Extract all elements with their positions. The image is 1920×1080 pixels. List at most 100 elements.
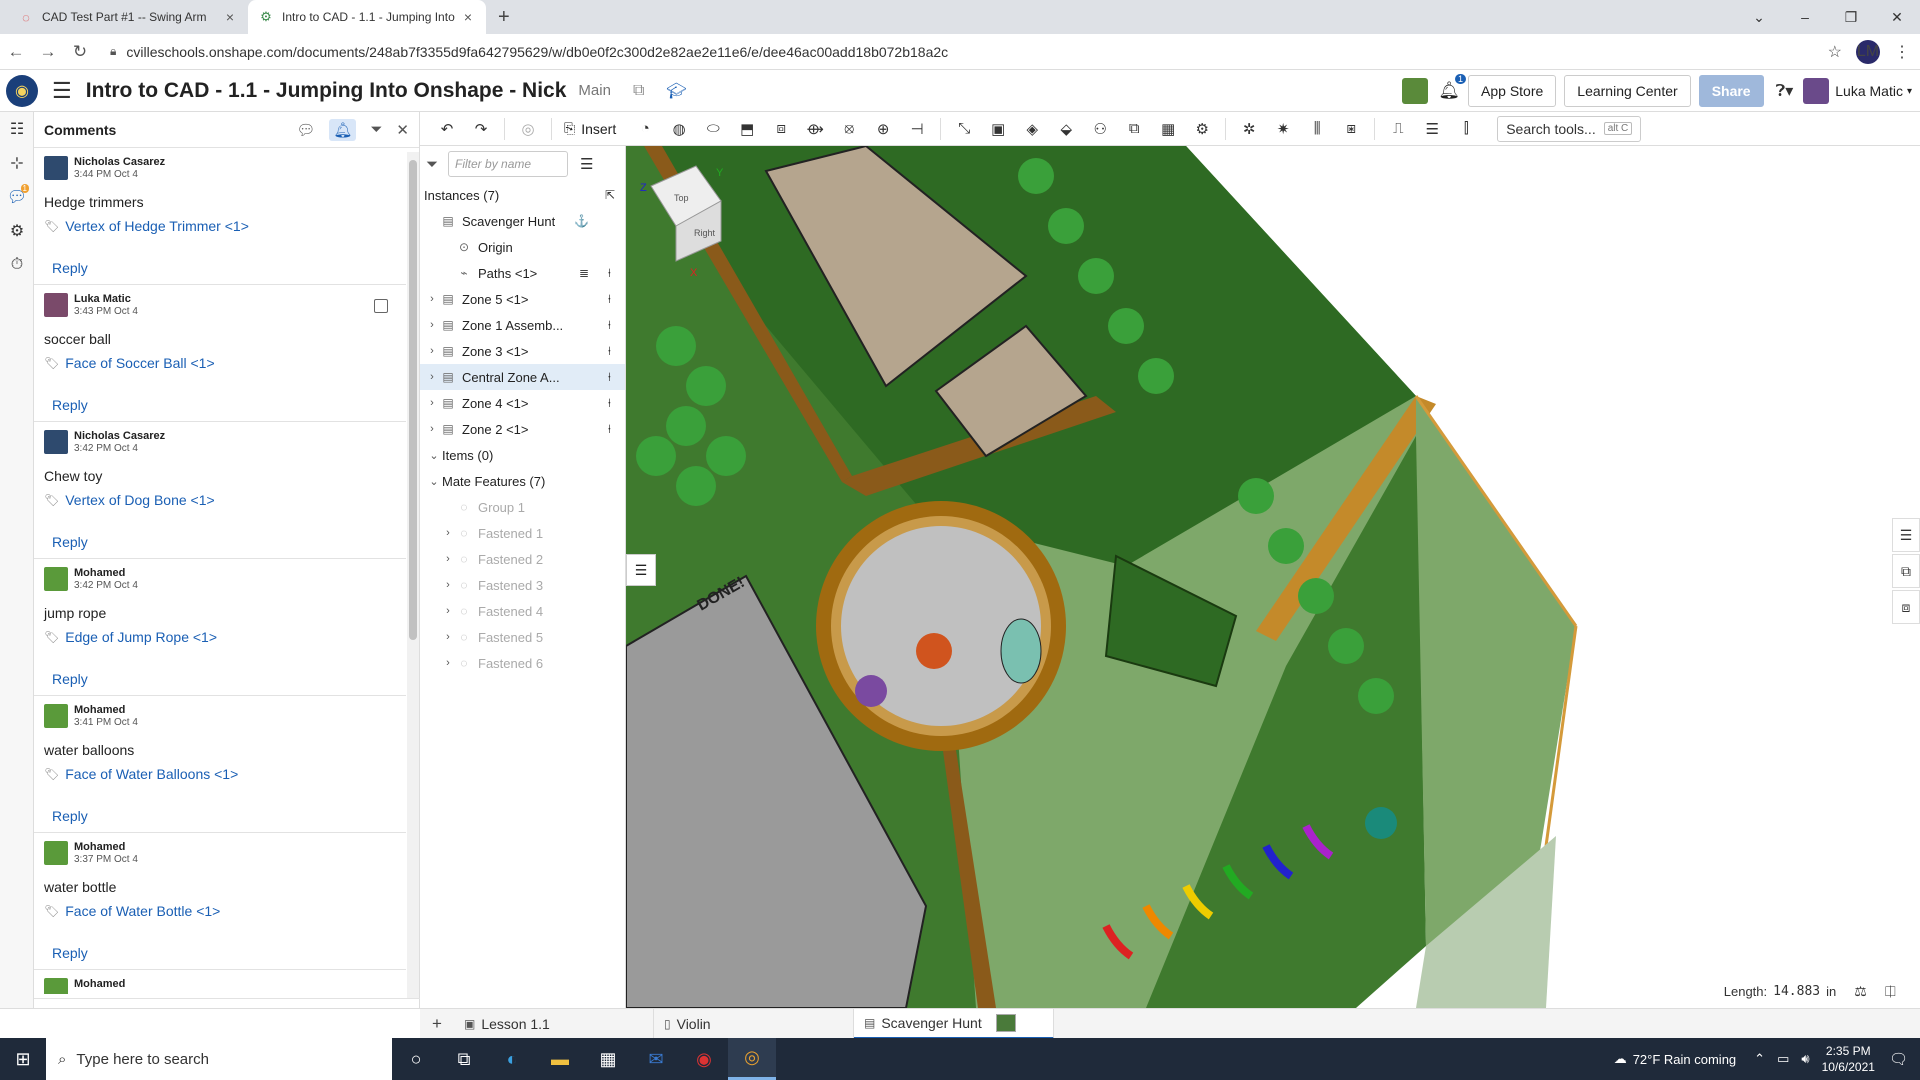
- mate-feature-row[interactable]: ◌ Group 1: [420, 494, 625, 520]
- mate-feature-row[interactable]: › ◌ Fastened 2: [420, 546, 625, 572]
- chevron-right-icon[interactable]: ›: [424, 397, 440, 409]
- chevron-right-icon[interactable]: ›: [440, 579, 456, 591]
- add-comment-icon[interactable]: 💬︎: [296, 121, 315, 139]
- chevron-right-icon[interactable]: ›: [424, 423, 440, 435]
- weather-widget[interactable]: ☁ 72°F Rain coming: [1614, 1051, 1736, 1067]
- help-icon[interactable]: ❓︎▾: [1776, 81, 1794, 101]
- insert-button[interactable]: ⎘ Insert: [564, 120, 616, 137]
- animation-icon[interactable]: ⏱︎: [0, 248, 34, 282]
- undo-icon[interactable]: ↶: [430, 120, 464, 138]
- filter-icon[interactable]: ⏷: [370, 121, 382, 138]
- section-view-icon[interactable]: ▦: [1151, 120, 1185, 138]
- cortana-icon[interactable]: ○: [392, 1038, 440, 1080]
- screw-relation-icon[interactable]: ✷: [1266, 120, 1300, 138]
- instance-menu-icon[interactable]: ⍿: [608, 422, 611, 437]
- app-red-icon[interactable]: ◉: [680, 1038, 728, 1080]
- app-store-button[interactable]: App Store: [1468, 75, 1557, 107]
- items-header[interactable]: ⌄ Items (0): [420, 442, 625, 468]
- measure-icon[interactable]: ⎍: [1381, 120, 1415, 137]
- redo-icon[interactable]: ↷: [464, 120, 498, 138]
- file-explorer-icon[interactable]: ▬: [536, 1038, 584, 1080]
- expand-panel-icon[interactable]: ⇱: [605, 188, 615, 202]
- tab-search-icon[interactable]: ⌄: [1736, 9, 1782, 26]
- reload-icon[interactable]: ↻: [64, 42, 96, 62]
- reply-link[interactable]: Reply: [52, 397, 88, 413]
- instance-row[interactable]: › ▤ Central Zone A... ⍿: [420, 364, 625, 390]
- sync-icon[interactable]: ◎: [511, 120, 545, 138]
- filter-icon[interactable]: ⏷: [426, 156, 438, 173]
- appearance-panel-icon[interactable]: ☰: [1892, 518, 1920, 552]
- instance-row[interactable]: › ▤ Zone 2 <1> ⍿: [420, 416, 625, 442]
- browser-tab-swing-arm[interactable]: ◌ CAD Test Part #1 -- Swing Arm ×: [8, 0, 248, 34]
- mail-icon[interactable]: ✉: [632, 1038, 680, 1080]
- network-icon[interactable]: ▭: [1777, 1051, 1789, 1067]
- teal-sphere[interactable]: [1365, 807, 1397, 839]
- comment-reference-link[interactable]: 🏷︎ Face of Water Bottle <1>: [44, 903, 396, 919]
- reply-link[interactable]: Reply: [52, 260, 88, 276]
- chevron-right-icon[interactable]: ›: [424, 371, 440, 383]
- forward-icon[interactable]: →: [32, 42, 64, 62]
- task-view-icon[interactable]: ⧉: [440, 1038, 488, 1080]
- instance-row[interactable]: › ▤ Zone 3 <1> ⍿: [420, 338, 625, 364]
- tab-scavenger-hunt[interactable]: ▤ Scavenger Hunt: [854, 1008, 1054, 1039]
- parallel-mate-icon[interactable]: ⊕: [866, 120, 900, 138]
- mate-connector-icon[interactable]: ⊹: [0, 146, 34, 180]
- group-icon[interactable]: ▣: [981, 120, 1015, 138]
- chevron-down-icon[interactable]: ⌄: [426, 475, 442, 488]
- lock-icon[interactable]: 🔒︎: [110, 44, 116, 59]
- notification-center-icon[interactable]: 🗨︎: [1889, 1050, 1908, 1068]
- url-field[interactable]: 🔒︎ cvilleschools.onshape.com/documents/2…: [110, 38, 1814, 66]
- instance-menu-icon[interactable]: ⍿: [608, 266, 611, 281]
- instance-row[interactable]: › ▤ Zone 1 Assemb... ⍿: [420, 312, 625, 338]
- spider[interactable]: [855, 675, 887, 707]
- profile-avatar[interactable]: LM: [1856, 39, 1880, 64]
- instance-menu-icon[interactable]: ⍿: [608, 396, 611, 411]
- close-window-icon[interactable]: ✕: [1874, 9, 1920, 26]
- learning-center-button[interactable]: Learning Center: [1564, 75, 1691, 107]
- reply-link[interactable]: Reply: [52, 671, 88, 687]
- instance-menu-icon[interactable]: ⍿: [608, 344, 611, 359]
- instance-menu-icon[interactable]: ⍿: [608, 370, 611, 385]
- chevron-right-icon[interactable]: ›: [440, 631, 456, 643]
- subscribe-bell-icon[interactable]: 🔔︎: [329, 118, 357, 141]
- clock[interactable]: 2:35 PM 10/6/2021: [1822, 1043, 1875, 1075]
- windows-start-icon[interactable]: ⊞: [0, 1049, 46, 1070]
- parts-icon[interactable]: ⚙: [0, 214, 34, 248]
- revolute-mate-icon[interactable]: ◍: [662, 120, 696, 138]
- explode-icon[interactable]: ⧆: [1334, 120, 1368, 137]
- feature-list-icon[interactable]: ☷: [0, 112, 34, 146]
- versions-icon[interactable]: ⧉: [633, 82, 644, 100]
- planar-mate-icon[interactable]: ⬒: [730, 120, 764, 138]
- comment-reference-link[interactable]: 🏷︎ Vertex of Hedge Trimmer <1>: [44, 218, 396, 234]
- bom-panel-icon[interactable]: ⧈: [1892, 590, 1920, 624]
- tab-lesson-1-1[interactable]: ▣ Lesson 1.1: [454, 1008, 654, 1039]
- mate-feature-row[interactable]: › ◌ Fastened 3: [420, 572, 625, 598]
- minimize-icon[interactable]: –: [1782, 9, 1828, 25]
- comments-scrollbar[interactable]: [407, 152, 419, 998]
- reply-link[interactable]: Reply: [52, 534, 88, 550]
- scrollbar-thumb[interactable]: [409, 160, 417, 640]
- mate-feature-row[interactable]: › ◌ Fastened 6: [420, 650, 625, 676]
- notifications-icon[interactable]: 🔔︎ 1: [1438, 74, 1467, 101]
- graphics-viewport[interactable]: DONE! ☰ Top Right X Y Z ☰ ⧉ ⧈ Length: 14…: [626, 146, 1920, 1008]
- mate-feature-row[interactable]: › ◌ Fastened 1: [420, 520, 625, 546]
- list-view-icon[interactable]: ☰: [580, 155, 593, 173]
- instance-row[interactable]: ⊙ Origin: [420, 234, 625, 260]
- resolve-checkbox[interactable]: [374, 299, 388, 313]
- circular-pattern-icon[interactable]: ⧉: [1117, 120, 1151, 137]
- mate-features-header[interactable]: ⌄ Mate Features (7): [420, 468, 625, 494]
- comment-reference-link[interactable]: 🏷︎ Edge of Jump Rope <1>: [44, 629, 396, 645]
- browser-tab-intro-cad[interactable]: ⚙ Intro to CAD - 1.1 - Jumping Into ×: [248, 0, 486, 34]
- chevron-right-icon[interactable]: ›: [440, 527, 456, 539]
- chrome-icon[interactable]: ◎: [728, 1038, 776, 1080]
- pin-slot-mate-icon[interactable]: ⟴: [798, 120, 832, 138]
- learning-icon[interactable]: 🎓︎: [666, 81, 686, 101]
- edge-icon[interactable]: ◐: [488, 1038, 536, 1080]
- document-title[interactable]: Intro to CAD - 1.1 - Jumping Into Onshap…: [86, 79, 567, 103]
- close-icon[interactable]: ✕: [396, 121, 409, 139]
- menu-icon[interactable]: ☰: [52, 78, 72, 104]
- new-tab-icon[interactable]: +: [498, 6, 510, 29]
- ball-mate-icon[interactable]: ⦻: [832, 120, 866, 137]
- share-button[interactable]: Share: [1698, 75, 1764, 107]
- comment-reference-link[interactable]: 🏷︎ Face of Soccer Ball <1>: [44, 355, 396, 371]
